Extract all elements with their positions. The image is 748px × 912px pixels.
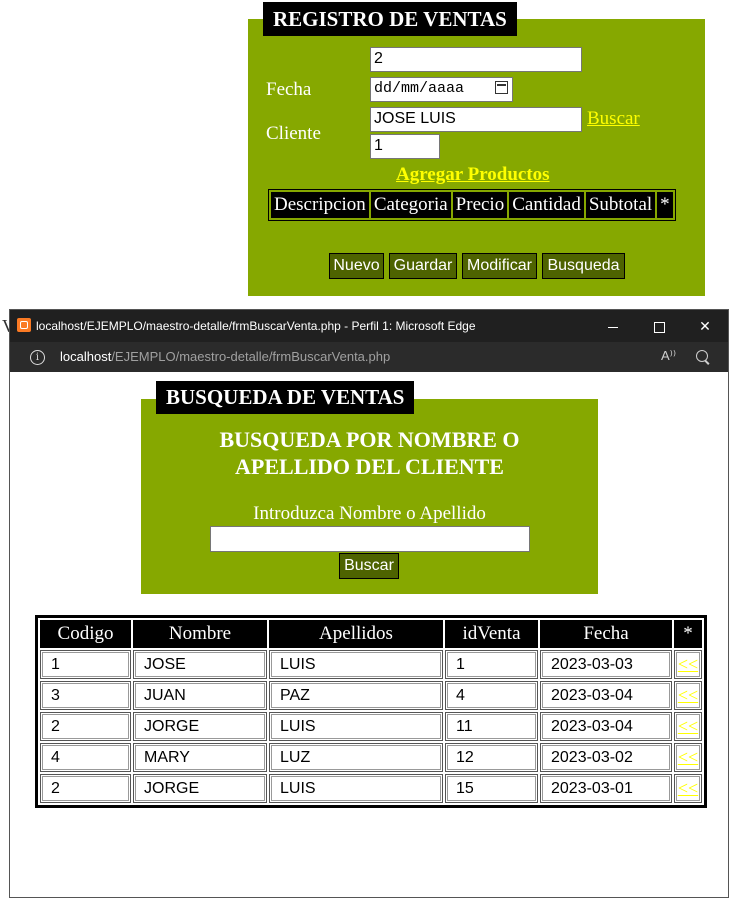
select-venta-link[interactable]: << [678, 716, 698, 736]
table-row: 2 JORGE LUIS 15 2023-03-01 << [40, 774, 702, 803]
cell-fecha: 2023-03-01 [540, 774, 672, 803]
busqueda-button[interactable]: Busqueda [542, 253, 625, 279]
cell-select: << [674, 712, 702, 741]
cell-idventa: 1 [445, 650, 538, 679]
edge-popup-window: localhost/EJEMPLO/maestro-detalle/frmBus… [9, 309, 729, 898]
minimize-icon[interactable] [590, 310, 636, 342]
info-icon[interactable]: i [30, 350, 45, 365]
cantidad-field[interactable]: 1 [370, 134, 440, 159]
cell-fecha: 2023-03-04 [540, 712, 672, 741]
cell-fecha: 2023-03-03 [540, 650, 672, 679]
cliente-label: Cliente [266, 123, 321, 144]
col-apellidos: Apellidos [269, 620, 443, 648]
detalle-header-row: Descripcion Categoria Precio Cantidad Su… [271, 192, 673, 218]
calendar-icon[interactable] [495, 81, 508, 94]
nuevo-button[interactable]: Nuevo [329, 253, 384, 279]
cell-nombre: JUAN [133, 681, 267, 710]
url-path: /EJEMPLO/maestro-detalle/frmBuscarVenta.… [111, 349, 391, 364]
registro-title: REGISTRO DE VENTAS [263, 2, 517, 36]
cliente-field[interactable]: JOSE LUIS [370, 107, 582, 132]
venta-id-field[interactable]: 2 [370, 47, 582, 72]
cell-apellidos: LUZ [269, 743, 443, 772]
busqueda-heading-line1: BUSQUEDA POR NOMBRE O [219, 427, 520, 452]
fecha-placeholder: dd/mm/aaaa [374, 80, 465, 97]
select-venta-link[interactable]: << [678, 685, 698, 705]
cell-apellidos: LUIS [269, 650, 443, 679]
cell-idventa: 11 [445, 712, 538, 741]
modificar-button[interactable]: Modificar [462, 253, 537, 279]
detalle-col-categoria: Categoria [370, 192, 451, 218]
detalle-col-action: * [657, 192, 673, 218]
window-title: localhost/EJEMPLO/maestro-detalle/frmBus… [36, 319, 476, 333]
cell-nombre: JOSE [133, 650, 267, 679]
col-idventa: idVenta [445, 620, 538, 648]
results-body: 1 JOSE LUIS 1 2023-03-03 << 3 JUAN PAZ 4 2023-03-0… [40, 650, 702, 803]
cell-nombre: MARY [133, 743, 267, 772]
url-host: localhost [60, 349, 112, 364]
cell-idventa: 4 [445, 681, 538, 710]
agregar-productos-link[interactable]: Agregar Productos [396, 164, 550, 186]
busqueda-search-input[interactable] [210, 526, 530, 552]
cell-idventa: 12 [445, 743, 538, 772]
table-row: 4 MARY LUZ 12 2023-03-02 << [40, 743, 702, 772]
busqueda-heading: BUSQUEDA POR NOMBRE O APELLIDO DEL CLIEN… [141, 426, 598, 480]
busqueda-input-label: Introduzca Nombre o Apellido [253, 503, 486, 524]
table-row: 1 JOSE LUIS 1 2023-03-03 << [40, 650, 702, 679]
col-fecha: Fecha [540, 620, 672, 648]
select-venta-link[interactable]: << [678, 654, 698, 674]
cell-select: << [674, 774, 702, 803]
table-row: 3 JUAN PAZ 4 2023-03-04 << [40, 681, 702, 710]
fecha-date-input[interactable]: dd/mm/aaaa [370, 77, 513, 102]
cell-select: << [674, 650, 702, 679]
detalle-col-subtotal: Subtotal [585, 192, 656, 218]
cell-codigo: 2 [40, 712, 131, 741]
maximize-icon[interactable] [636, 310, 682, 342]
cell-codigo: 2 [40, 774, 131, 803]
cell-fecha: 2023-03-02 [540, 743, 672, 772]
cell-apellidos: PAZ [269, 681, 443, 710]
cell-codigo: 1 [40, 650, 131, 679]
detalle-table: Descripcion Categoria Precio Cantidad Su… [268, 189, 676, 221]
cell-apellidos: LUIS [269, 712, 443, 741]
window-titlebar[interactable]: localhost/EJEMPLO/maestro-detalle/frmBus… [10, 310, 728, 342]
cell-fecha: 2023-03-04 [540, 681, 672, 710]
results-table: Codigo Nombre Apellidos idVenta Fecha * … [35, 615, 707, 808]
buscar-button[interactable]: Buscar [339, 553, 399, 579]
cell-codigo: 3 [40, 681, 131, 710]
close-icon[interactable]: ✕ [682, 310, 728, 342]
guardar-button[interactable]: Guardar [389, 253, 457, 279]
detalle-col-descripcion: Descripcion [271, 192, 369, 218]
cell-codigo: 4 [40, 743, 131, 772]
results-header-row: Codigo Nombre Apellidos idVenta Fecha * [40, 620, 702, 648]
busqueda-heading-line2: APELLIDO DEL CLIENTE [235, 454, 504, 479]
buscar-cliente-link[interactable]: Buscar [587, 108, 640, 130]
cell-select: << [674, 681, 702, 710]
fecha-label: Fecha [266, 79, 312, 100]
zoom-icon[interactable] [696, 350, 708, 362]
select-venta-link[interactable]: << [678, 778, 698, 798]
read-aloud-icon[interactable]: A⁾⁾ [661, 348, 676, 364]
xampp-icon [17, 318, 31, 332]
cell-select: << [674, 743, 702, 772]
cell-nombre: JORGE [133, 774, 267, 803]
detalle-col-cantidad: Cantidad [509, 192, 584, 218]
table-row: 2 JORGE LUIS 11 2023-03-04 << [40, 712, 702, 741]
url-text[interactable]: localhost/EJEMPLO/maestro-detalle/frmBus… [60, 349, 390, 364]
cell-apellidos: LUIS [269, 774, 443, 803]
col-nombre: Nombre [133, 620, 267, 648]
busqueda-title: BUSQUEDA DE VENTAS [156, 381, 415, 414]
cell-idventa: 15 [445, 774, 538, 803]
col-action: * [674, 620, 702, 648]
select-venta-link[interactable]: << [678, 747, 698, 767]
detalle-col-precio: Precio [452, 192, 508, 218]
cell-nombre: JORGE [133, 712, 267, 741]
col-codigo: Codigo [40, 620, 131, 648]
address-bar[interactable]: i localhost/EJEMPLO/maestro-detalle/frmB… [10, 342, 728, 372]
